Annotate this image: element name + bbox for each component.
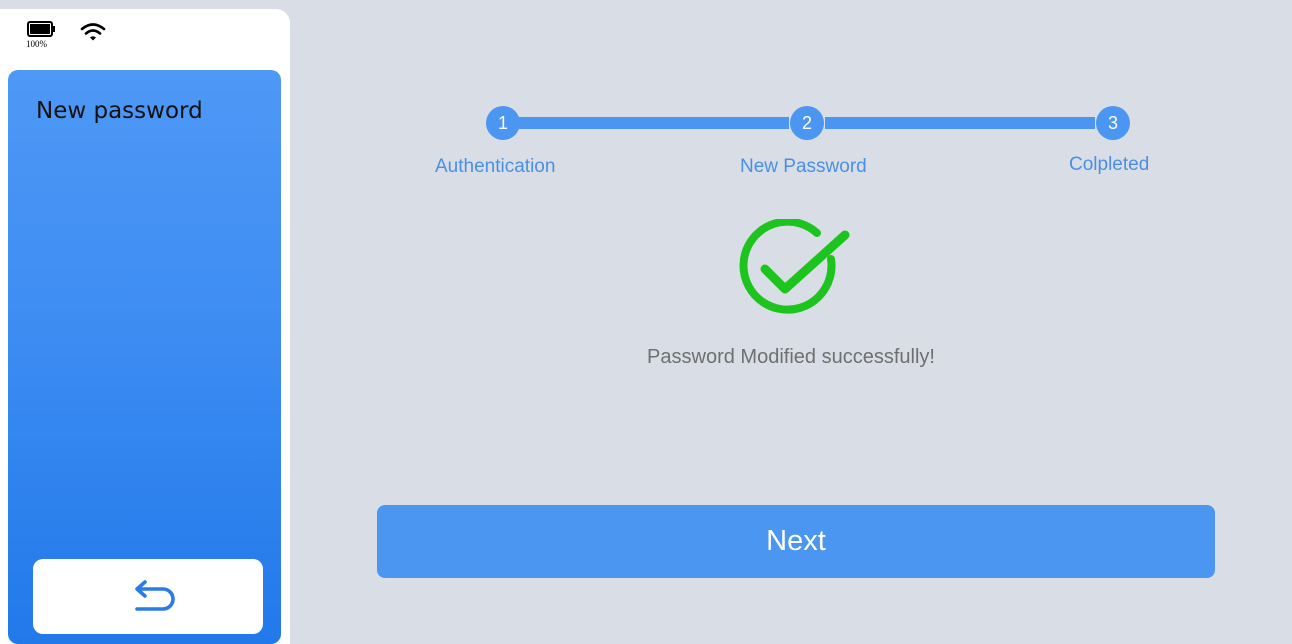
step-3-label: Colpleted [1069, 154, 1150, 175]
sidebar-title: New password [36, 98, 203, 124]
step-connector [825, 117, 1095, 129]
step-2-circle: 2 [790, 106, 824, 140]
main-area: 1 2 3 Authentication New Password Colple… [290, 0, 1292, 644]
step-1-label: Authentication [435, 156, 556, 177]
step-1-circle: 1 [486, 106, 520, 140]
wifi-icon [80, 23, 106, 41]
success-check-icon [739, 219, 850, 314]
back-arrow-icon [135, 580, 175, 611]
battery-percent: 100% [26, 39, 47, 49]
step-connector [519, 117, 789, 129]
next-button[interactable]: Next [377, 505, 1215, 578]
back-button[interactable] [33, 559, 263, 634]
step-2-label: New Password [740, 156, 867, 177]
left-panel: 100% New password [0, 9, 290, 644]
status-bar: 100% [0, 9, 290, 57]
step-3-circle: 3 [1096, 106, 1130, 140]
success-message: Password Modified successfully! [647, 346, 935, 368]
progress-stepper: 1 2 3 Authentication New Password Colple… [290, 0, 1292, 200]
battery-full-icon [27, 21, 55, 37]
sidebar-card: New password [8, 70, 281, 644]
